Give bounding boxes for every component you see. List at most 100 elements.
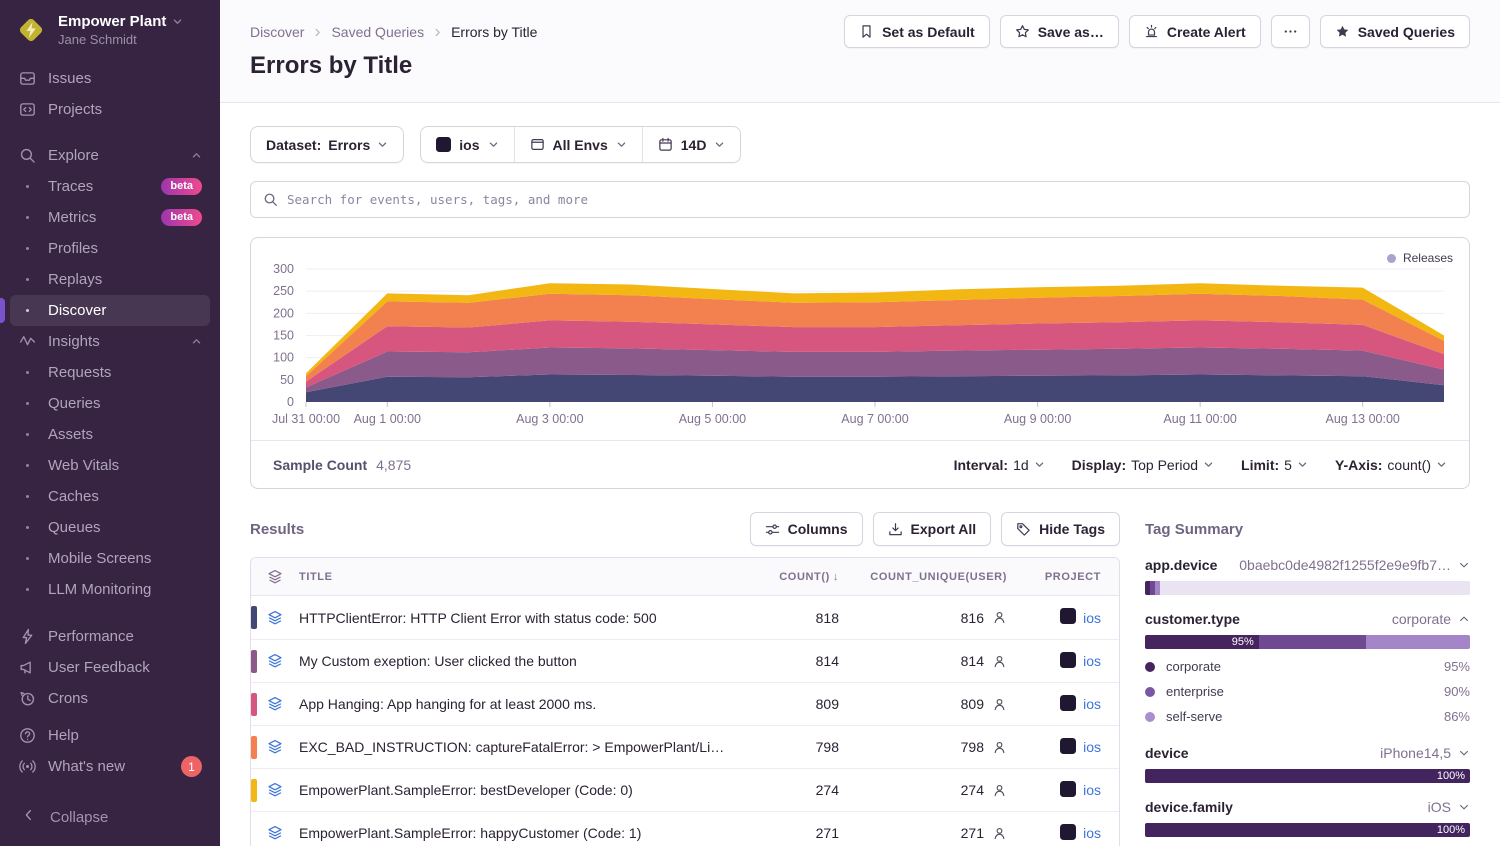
sidebar-item-performance[interactable]: Performance <box>10 621 210 652</box>
sidebar-item-metrics[interactable]: Metricsbeta <box>10 202 210 233</box>
search-input[interactable] <box>287 192 1457 207</box>
project-link[interactable]: ios <box>1083 825 1101 841</box>
more-options-button[interactable] <box>1271 15 1310 48</box>
display-control[interactable]: Display:Top Period <box>1072 457 1214 473</box>
chart-legend[interactable]: Releases <box>1387 251 1453 265</box>
breadcrumb-discover[interactable]: Discover <box>250 24 304 40</box>
tag-header-device-family[interactable]: device.familyiOS <box>1145 799 1470 815</box>
save-as-button[interactable]: Save as… <box>1000 15 1119 48</box>
project-link[interactable]: ios <box>1083 653 1101 669</box>
apple-icon <box>1060 608 1076 627</box>
dataset-selector[interactable]: Dataset: Errors <box>250 126 404 163</box>
stack-events-icon[interactable] <box>251 825 299 841</box>
tag-distribution-bar[interactable]: 100% <box>1145 823 1470 837</box>
project-link[interactable]: ios <box>1083 696 1101 712</box>
stack-events-icon[interactable] <box>251 782 299 798</box>
column-header-count[interactable]: COUNT()↓ <box>739 571 839 583</box>
sidebar-item-discover[interactable]: Discover <box>10 295 210 326</box>
sidebar-item-what-s-new[interactable]: What's new1 <box>10 751 210 782</box>
sidebar-item-queries[interactable]: Queries <box>10 388 210 419</box>
unique-count-value: 816 <box>961 610 984 626</box>
svg-text:300: 300 <box>273 262 294 276</box>
project-link[interactable]: ios <box>1083 782 1101 798</box>
sample-count-value: 4,875 <box>376 457 411 473</box>
tag-legend-row-corporate[interactable]: corporate95% <box>1145 654 1470 679</box>
sidebar-item-insights[interactable]: Insights <box>10 326 210 357</box>
table-row[interactable]: HTTPClientError: HTTP Client Error with … <box>251 596 1119 639</box>
tag-header-app-device[interactable]: app.device0baebc0de4982f1255f2e9e9fb7… <box>1145 557 1470 573</box>
sidebar-item-explore[interactable]: Explore <box>10 140 210 171</box>
table-row[interactable]: EmpowerPlant.SampleError: happyCustomer … <box>251 811 1119 846</box>
sidebar-item-caches[interactable]: Caches <box>10 481 210 512</box>
error-title-cell[interactable]: App Hanging: App hanging for at least 20… <box>299 696 739 712</box>
sidebar-item-queues[interactable]: Queues <box>10 512 210 543</box>
create-alert-button[interactable]: Create Alert <box>1129 15 1261 48</box>
sidebar-item-replays[interactable]: Replays <box>10 264 210 295</box>
sidebar-item-web-vitals[interactable]: Web Vitals <box>10 450 210 481</box>
events-chart[interactable]: 050100150200250300Jul 31 00:00Aug 1 00:0… <box>251 238 1469 440</box>
column-header-unique[interactable]: COUNT_UNIQUE(USER) <box>839 571 1007 583</box>
error-title-cell[interactable]: EXC_BAD_INSTRUCTION: captureFatalError: … <box>299 739 739 755</box>
ios-filter[interactable]: ios <box>421 127 513 162</box>
sentry-logo-icon <box>14 13 48 47</box>
error-title-cell[interactable]: My Custom exeption: User clicked the but… <box>299 653 739 669</box>
project-link[interactable]: ios <box>1083 739 1101 755</box>
sidebar-item-issues[interactable]: Issues <box>10 63 210 94</box>
14d-filter[interactable]: 14D <box>642 127 741 162</box>
error-title-cell[interactable]: EmpowerPlant.SampleError: bestDeveloper … <box>299 782 739 798</box>
column-header-title[interactable]: TITLE <box>299 571 739 583</box>
sidebar-item-traces[interactable]: Tracesbeta <box>10 171 210 202</box>
error-title-cell[interactable]: HTTPClientError: HTTP Client Error with … <box>299 610 739 626</box>
tag-distribution-bar[interactable] <box>1145 581 1470 595</box>
sidebar-item-profiles[interactable]: Profiles <box>10 233 210 264</box>
table-row[interactable]: EXC_BAD_INSTRUCTION: captureFatalError: … <box>251 725 1119 768</box>
org-header[interactable]: Empower Plant Jane Schmidt <box>0 0 220 55</box>
chevron-down-icon <box>172 16 183 27</box>
limit-control[interactable]: Limit:5 <box>1241 457 1308 473</box>
tag-distribution-bar[interactable]: 100% <box>1145 769 1470 783</box>
stack-events-icon[interactable] <box>251 610 299 626</box>
sidebar-item-help[interactable]: Help <box>10 720 210 751</box>
sidebar-item-mobile-screens[interactable]: Mobile Screens <box>10 543 210 574</box>
header-actions: Set as Default Save as… Create Alert Saved … <box>844 15 1470 48</box>
hide-tags-button[interactable]: Hide Tags <box>1001 512 1120 546</box>
table-row[interactable]: My Custom exeption: User clicked the but… <box>251 639 1119 682</box>
columns-button[interactable]: Columns <box>750 512 863 546</box>
saved-queries-button[interactable]: Saved Queries <box>1320 15 1470 48</box>
project-link[interactable]: ios <box>1083 610 1101 626</box>
svg-text:50: 50 <box>280 373 294 387</box>
sidebar-item-crons[interactable]: Crons <box>10 683 210 714</box>
breadcrumb-saved-queries[interactable]: Saved Queries <box>331 24 424 40</box>
sidebar-item-assets[interactable]: Assets <box>10 419 210 450</box>
stack-events-icon[interactable] <box>251 696 299 712</box>
sidebar-item-requests[interactable]: Requests <box>10 357 210 388</box>
table-row[interactable]: App Hanging: App hanging for at least 20… <box>251 682 1119 725</box>
export-all-button[interactable]: Export All <box>873 512 992 546</box>
sidebar-item-user-feedback[interactable]: User Feedback <box>10 652 210 683</box>
error-title-cell[interactable]: EmpowerPlant.SampleError: happyCustomer … <box>299 825 739 841</box>
sidebar-item-label: Projects <box>48 101 102 118</box>
stack-events-icon[interactable] <box>251 653 299 669</box>
column-header-project[interactable]: PROJECT <box>1007 571 1119 583</box>
svg-text:Aug 9 00:00: Aug 9 00:00 <box>1004 412 1071 426</box>
org-name: Empower Plant <box>58 13 166 30</box>
chart-controls: Interval:1d Display:Top Period Limit:5 Y-Ax… <box>954 457 1447 473</box>
tag-legend-row-enterprise[interactable]: enterprise90% <box>1145 679 1470 704</box>
interval-control[interactable]: Interval:1d <box>954 457 1045 473</box>
control-label: Y-Axis: <box>1335 457 1382 473</box>
y-axis-control[interactable]: Y-Axis:count() <box>1335 457 1447 473</box>
sidebar-item-projects[interactable]: Projects <box>10 94 210 125</box>
all-envs-filter[interactable]: All Envs <box>514 127 642 162</box>
chevron-down-icon <box>1034 459 1045 470</box>
sidebar-item-llm-monitoring[interactable]: LLM Monitoring <box>10 574 210 605</box>
sidebar-item-label: Insights <box>48 333 100 350</box>
sidebar-collapse-button[interactable]: Collapse <box>0 794 220 846</box>
tag-header-customer-type[interactable]: customer.typecorporate <box>1145 611 1470 627</box>
tag-distribution-bar[interactable]: 95% <box>1145 635 1470 649</box>
set-as-default-button[interactable]: Set as Default <box>844 15 990 48</box>
table-row[interactable]: EmpowerPlant.SampleError: bestDeveloper … <box>251 768 1119 811</box>
tag-header-device[interactable]: deviceiPhone14,5 <box>1145 745 1470 761</box>
tag-legend-row-self-serve[interactable]: self-serve86% <box>1145 704 1470 729</box>
stack-events-icon[interactable] <box>251 739 299 755</box>
svg-text:Aug 7 00:00: Aug 7 00:00 <box>841 412 908 426</box>
